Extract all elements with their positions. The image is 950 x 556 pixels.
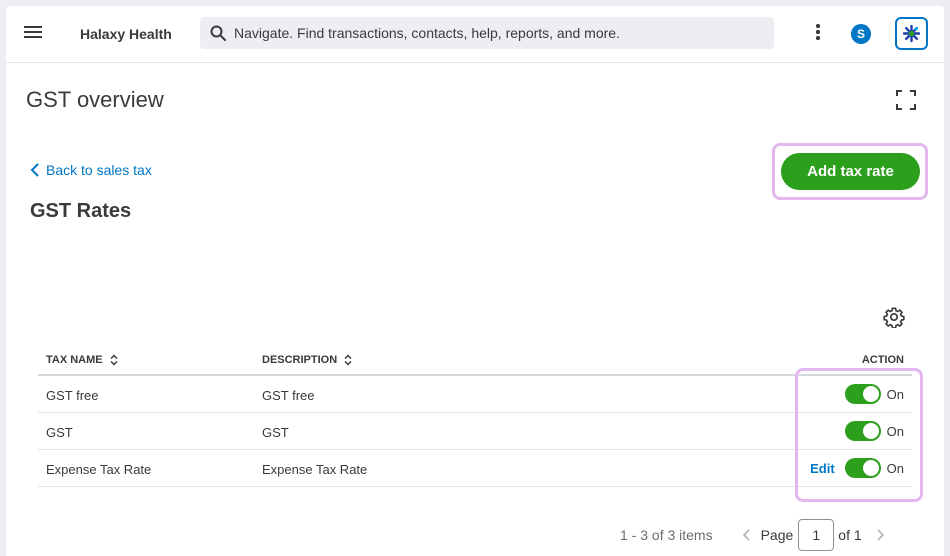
description-cell: GST — [262, 425, 289, 440]
action-column-highlight — [795, 368, 923, 502]
tax-name-cell: GST free — [46, 388, 99, 403]
chevron-left-icon — [30, 163, 39, 177]
table-row: Expense Tax Rate Expense Tax Rate Edit O… — [38, 450, 912, 487]
column-header-tax-name[interactable]: TAX NAME — [46, 354, 118, 366]
search-bar[interactable] — [200, 17, 774, 49]
sort-icon — [344, 354, 352, 366]
page-number-input[interactable] — [798, 519, 835, 551]
description-cell: GST free — [262, 388, 315, 403]
page-title: GST overview — [26, 87, 164, 112]
assistant-button[interactable] — [895, 17, 928, 50]
table-header: TAX NAME DESCRIPTION ACTION — [38, 343, 912, 376]
assistant-icon — [903, 25, 920, 42]
app-frame: Halaxy Health S GST overview Back to sal… — [6, 6, 944, 556]
pagination: 1 - 3 of 3 items Page of 1 — [620, 519, 888, 551]
gst-rates-table: TAX NAME DESCRIPTION ACTION GST free GST… — [38, 343, 912, 487]
user-avatar[interactable]: S — [851, 24, 871, 44]
more-vertical-icon[interactable] — [812, 24, 824, 44]
column-label: ACTION — [861, 354, 904, 366]
company-name: Halaxy Health — [80, 26, 172, 42]
description-cell: Expense Tax Rate — [262, 462, 368, 477]
chevron-right-icon[interactable] — [872, 527, 888, 543]
page-total: of 1 — [838, 527, 862, 543]
tax-name-cell: Expense Tax Rate — [46, 462, 152, 477]
hamburger-menu-icon[interactable] — [24, 26, 44, 42]
section-title: GST Rates — [30, 200, 132, 222]
column-header-description[interactable]: DESCRIPTION — [262, 354, 352, 366]
tax-name-cell: GST — [46, 425, 73, 440]
pagination-range: 1 - 3 of 3 items — [620, 527, 713, 543]
search-input[interactable] — [234, 17, 764, 49]
column-label: DESCRIPTION — [262, 354, 338, 366]
column-label: TAX NAME — [46, 354, 103, 366]
search-icon — [210, 25, 226, 41]
add-tax-rate-button[interactable]: Add tax rate — [781, 153, 920, 190]
table-row: GST free GST free On — [38, 376, 912, 413]
back-to-sales-tax-link[interactable]: Back to sales tax — [30, 162, 152, 178]
page-label: Page — [760, 527, 794, 543]
fullscreen-icon[interactable] — [896, 90, 916, 110]
column-header-action: ACTION — [862, 354, 904, 366]
gear-icon[interactable] — [883, 306, 905, 328]
back-link-label: Back to sales tax — [46, 162, 152, 178]
table-row: GST GST On — [38, 413, 912, 450]
top-bar: Halaxy Health S — [6, 6, 944, 63]
chevron-left-icon[interactable] — [739, 527, 755, 543]
sort-icon — [110, 354, 118, 366]
